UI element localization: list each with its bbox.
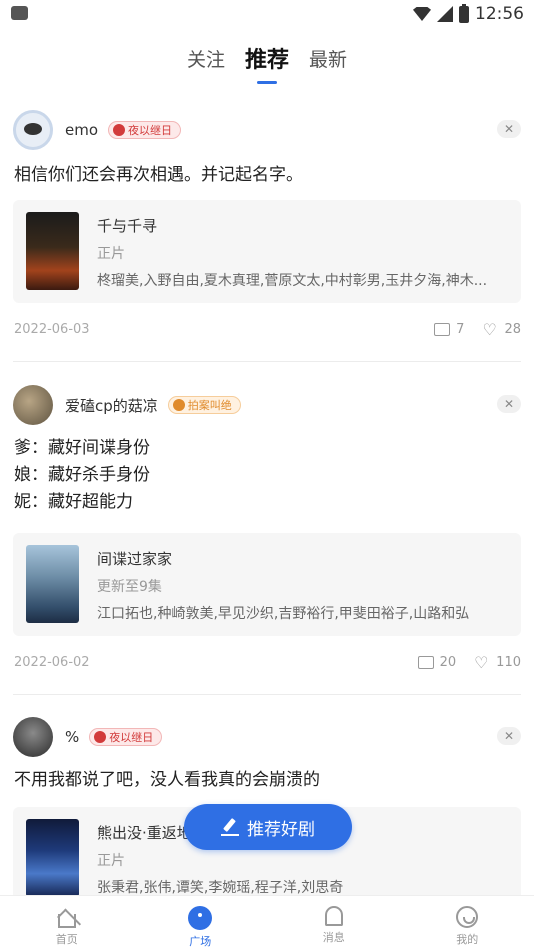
show-poster xyxy=(26,545,79,623)
wifi-icon xyxy=(413,7,431,21)
comment-count: 20 xyxy=(439,655,457,670)
show-card[interactable]: 千与千寻 正片 柊瑠美,入野自由,夏木真理,菅原文太,中村彰男,玉井夕海,神木.… xyxy=(13,200,521,303)
show-status: 正片 xyxy=(97,853,125,869)
nav-messages[interactable]: 消息 xyxy=(267,896,401,950)
post-card[interactable]: emo 夜以继日 ✕ 相信你们还会再次相遇。并记起名字。 千与千寻 正片 柊瑠美… xyxy=(0,110,534,360)
show-title: 间谍过家家 xyxy=(97,550,173,568)
clock-icon xyxy=(94,731,107,743)
heart-icon: ♡ xyxy=(474,652,489,672)
post-text-line: 不用我都说了吧，没人看我真的会崩溃的 xyxy=(14,770,320,790)
status-time: 12:56 xyxy=(475,4,524,24)
pen-icon xyxy=(221,818,239,836)
avatar[interactable] xyxy=(13,385,53,425)
avatar[interactable] xyxy=(13,717,53,757)
user-badge: 拍案叫绝 xyxy=(167,396,241,414)
show-cast: 张秉君,张伟,谭笑,李婉瑶,程子洋,刘思奇 xyxy=(97,880,344,896)
show-card[interactable]: 间谍过家家 更新至9集 江口拓也,种崎敦美,早见沙织,吉野裕行,甲斐田裕子,山路… xyxy=(13,533,521,636)
avatar[interactable] xyxy=(13,110,53,150)
heart-icon: ♡ xyxy=(482,319,497,339)
battery-icon xyxy=(459,3,469,23)
close-button[interactable]: ✕ xyxy=(497,395,521,413)
notification-app-icon xyxy=(11,6,28,20)
show-cast: 江口拓也,种崎敦美,早见沙织,吉野裕行,甲斐田裕子,山路和弘 xyxy=(97,606,470,622)
divider xyxy=(13,694,521,695)
tab-recommend[interactable]: 推荐 xyxy=(245,42,289,74)
like-button[interactable]: ♡ 110 xyxy=(474,652,521,672)
signal-icon xyxy=(437,6,453,22)
clock-icon xyxy=(113,124,126,136)
show-title: 千与千寻 xyxy=(97,217,158,235)
nav-profile[interactable]: 我的 xyxy=(401,896,534,950)
show-status: 正片 xyxy=(97,246,125,262)
post-text-line: 妮：藏好超能力 xyxy=(14,492,133,512)
nav-home-label: 首页 xyxy=(55,933,78,946)
user-badge: 夜以继日 xyxy=(108,121,182,139)
show-poster xyxy=(26,212,79,290)
like-count: 110 xyxy=(496,655,521,670)
tab-latest[interactable]: 最新 xyxy=(309,45,347,72)
show-status: 更新至9集 xyxy=(97,579,162,595)
top-tabs: 关注 推荐 最新 xyxy=(0,36,534,80)
tab-follow[interactable]: 关注 xyxy=(187,45,225,72)
badge-label: 拍案叫绝 xyxy=(187,399,232,412)
nav-plaza[interactable]: 广场 xyxy=(134,896,268,950)
nav-home[interactable]: 首页 xyxy=(0,896,134,950)
comment-button[interactable]: 7 xyxy=(434,322,464,337)
username[interactable]: emo xyxy=(65,121,98,139)
post-meta: 2022-06-03 7 ♡ 28 xyxy=(14,319,521,342)
nav-messages-label: 消息 xyxy=(322,931,345,944)
home-icon xyxy=(57,914,76,928)
divider xyxy=(13,361,521,362)
comment-count: 7 xyxy=(456,322,465,337)
post-date: 2022-06-03 xyxy=(14,322,90,337)
post-text-line: 娘：藏好杀手身份 xyxy=(14,465,150,485)
like-button[interactable]: ♡ 28 xyxy=(482,319,521,339)
username[interactable]: 爱磕cp的菇凉 xyxy=(65,395,158,416)
comment-button[interactable]: 20 xyxy=(417,655,457,670)
show-cast: 柊瑠美,入野自由,夏木真理,菅原文太,中村彰男,玉井夕海,神木... xyxy=(97,273,488,289)
badge-label: 夜以继日 xyxy=(128,124,173,137)
show-title: 熊出没·重返地 xyxy=(97,824,192,842)
bell-icon xyxy=(324,906,343,926)
username[interactable]: % xyxy=(65,728,79,746)
recommend-show-button[interactable]: 推荐好剧 xyxy=(184,804,352,850)
post-text-line: 爹：藏好间谍身份 xyxy=(14,438,150,458)
recommend-show-label: 推荐好剧 xyxy=(247,819,315,840)
comment-icon xyxy=(434,323,451,336)
close-button[interactable]: ✕ xyxy=(497,727,521,745)
post-text: 爹：藏好间谍身份 娘：藏好杀手身份 妮：藏好超能力 xyxy=(14,435,150,516)
badge-icon xyxy=(172,399,185,411)
status-bar: 12:56 xyxy=(0,0,534,28)
plaza-icon xyxy=(188,906,213,930)
comment-icon xyxy=(417,656,434,669)
user-badge: 夜以继日 xyxy=(89,728,163,746)
post-text: 不用我都说了吧，没人看我真的会崩溃的 xyxy=(14,767,320,794)
bottom-nav: 首页 广场 消息 我的 xyxy=(0,895,534,950)
nav-plaza-label: 广场 xyxy=(189,935,212,948)
show-poster xyxy=(26,819,79,897)
close-button[interactable]: ✕ xyxy=(497,120,521,138)
profile-icon xyxy=(456,906,479,928)
post-meta: 2022-06-02 20 ♡ 110 xyxy=(14,652,521,675)
post-text-line: 相信你们还会再次相遇。并记起名字。 xyxy=(14,165,303,185)
nav-profile-label: 我的 xyxy=(456,933,479,946)
like-count: 28 xyxy=(504,322,521,337)
post-date: 2022-06-02 xyxy=(14,655,90,670)
post-text: 相信你们还会再次相遇。并记起名字。 xyxy=(14,162,303,189)
post-card[interactable]: 爱磕cp的菇凉 拍案叫绝 ✕ 爹：藏好间谍身份 娘：藏好杀手身份 妮：藏好超能力… xyxy=(0,385,534,685)
badge-label: 夜以继日 xyxy=(109,731,154,744)
